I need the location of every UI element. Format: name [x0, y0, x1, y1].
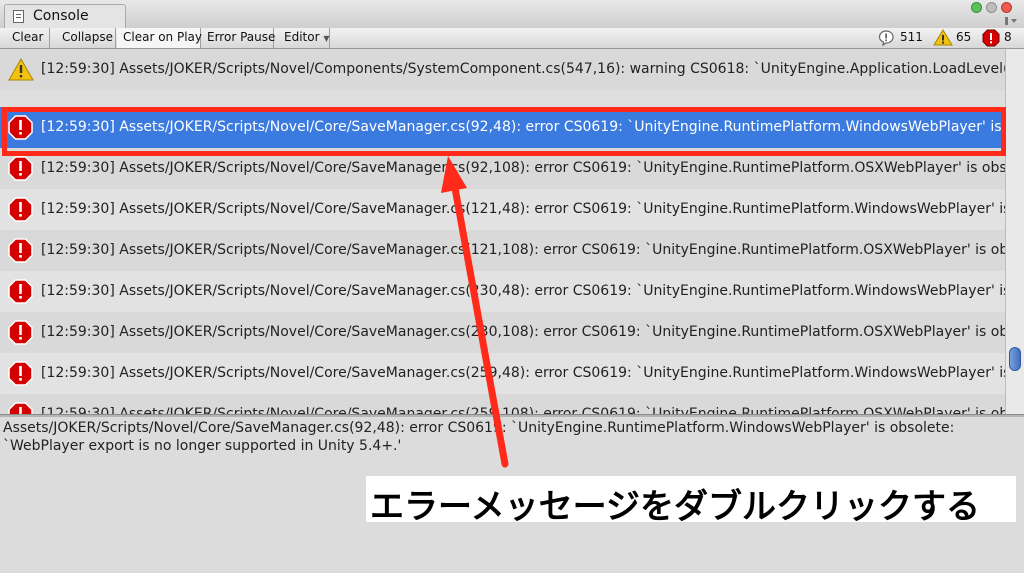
list-item[interactable]: [12:59:30] Assets/JOKER/Scripts/Novel/Co… — [0, 189, 1005, 230]
error-count: 8 — [1004, 30, 1012, 44]
log-message: [12:59:30] Assets/JOKER/Scripts/Novel/Co… — [41, 283, 1005, 299]
editor-dropdown[interactable]: Editor ▼ — [278, 28, 330, 48]
clear-on-play-button[interactable]: Clear on Play — [117, 28, 202, 48]
error-icon — [8, 238, 33, 263]
list-item[interactable]: [12:59:30] Assets/JOKER/Scripts/Novel/Co… — [0, 271, 1005, 312]
log-list-scrollbar[interactable] — [1005, 49, 1024, 414]
list-item[interactable]: [12:59:30] Assets/JOKER/Scripts/Novel/Co… — [0, 230, 1005, 271]
message-detail-text: Assets/JOKER/Scripts/Novel/Core/SaveMana… — [3, 420, 955, 454]
log-message: [12:59:30] Assets/JOKER/Scripts/Novel/Co… — [41, 201, 1005, 217]
editor-dropdown-label: Editor — [284, 30, 320, 44]
annotation-caption: エラーメッセージをダブルクリックする — [366, 476, 1016, 527]
log-message: [12:59:30] Assets/JOKER/Scripts/Novel/Co… — [41, 324, 1005, 340]
list-item[interactable]: [12:59:30] Assets/JOKER/Scripts/Novel/Co… — [0, 312, 1005, 353]
tab-console[interactable]: Console — [4, 4, 126, 28]
window-options-icon[interactable] — [1004, 16, 1018, 26]
log-message: [12:59:30] Assets/JOKER/Scripts/Novel/Co… — [41, 160, 1005, 176]
log-message: [12:59:30] Assets/JOKER/Scripts/Novel/Co… — [41, 365, 1005, 381]
warning-icon — [8, 58, 34, 81]
log-list: [12:59:30] Assets/JOKER/Scripts/Novel/Co… — [0, 49, 1024, 414]
log-count: 511 — [900, 30, 923, 44]
tab-title: Console — [33, 8, 89, 24]
error-icon — [8, 402, 33, 414]
dropdown-arrow-icon: ▼ — [323, 34, 330, 43]
warning-count-toggle[interactable]: 65 — [933, 28, 975, 48]
log-message: [12:59:30] Assets/JOKER/Scripts/Novel/Co… — [41, 406, 1005, 414]
list-item[interactable]: [12:59:30] Assets/JOKER/Scripts/Novel/Co… — [0, 394, 1005, 414]
log-message: [12:59:30] Assets/JOKER/Scripts/Novel/Co… — [41, 61, 1005, 77]
list-item[interactable]: [12:59:30] Assets/JOKER/Scripts/Novel/Co… — [0, 49, 1005, 90]
log-count-toggle[interactable]: 511 — [878, 28, 928, 48]
error-icon — [982, 29, 1000, 47]
collapse-button[interactable]: Collapse — [56, 28, 116, 48]
error-icon — [8, 361, 33, 386]
window-button-green-icon[interactable] — [971, 2, 982, 13]
error-icon — [8, 320, 33, 345]
scrollbar-thumb[interactable] — [1009, 347, 1021, 371]
error-icon — [8, 156, 33, 181]
error-icon — [8, 197, 33, 222]
error-pause-button[interactable]: Error Pause — [201, 28, 275, 48]
console-toolbar: Clear Collapse Clear on Play Error Pause… — [0, 28, 1024, 49]
window-titlebar: Console — [0, 0, 1024, 29]
highlight-box — [2, 107, 1006, 156]
warning-icon — [933, 29, 953, 46]
window-button-gray-icon[interactable] — [986, 2, 997, 13]
error-count-toggle[interactable]: 8 — [982, 28, 1018, 48]
list-item[interactable]: [12:59:30] Assets/JOKER/Scripts/Novel/Co… — [0, 353, 1005, 394]
warning-count: 65 — [956, 30, 972, 44]
log-info-icon — [878, 30, 894, 46]
log-message: [12:59:30] Assets/JOKER/Scripts/Novel/Co… — [41, 242, 1005, 258]
error-icon — [8, 279, 33, 304]
window-button-red-icon[interactable] — [1001, 2, 1012, 13]
clear-button[interactable]: Clear — [6, 28, 50, 48]
annotation-text: エラーメッセージをダブルクリックする — [370, 487, 980, 527]
console-icon — [13, 10, 24, 23]
